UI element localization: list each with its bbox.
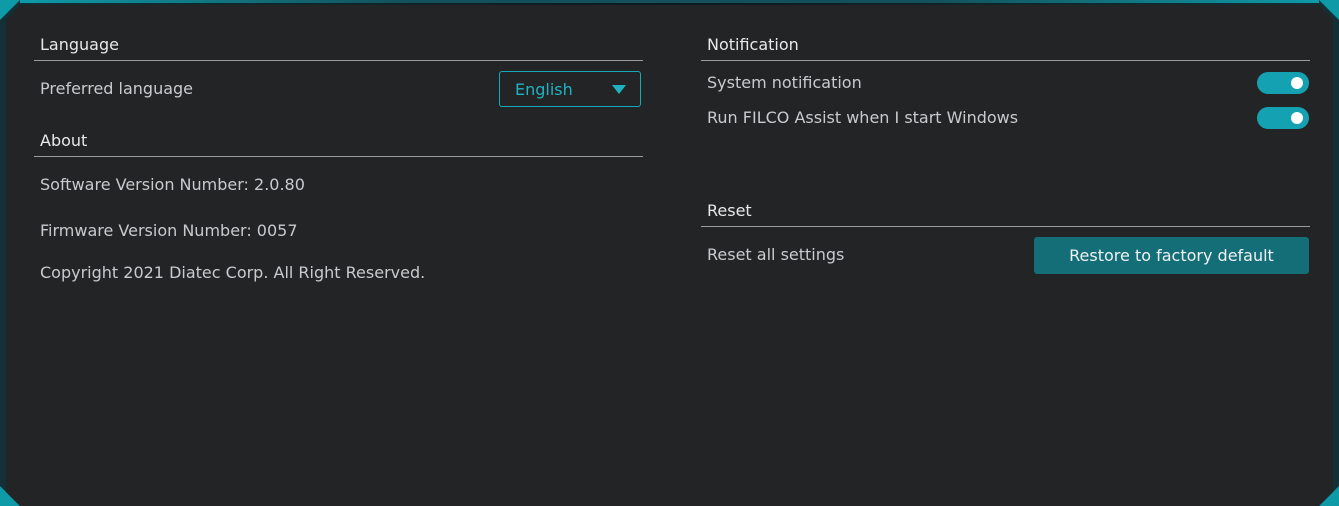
run-on-startup-toggle[interactable]	[1257, 107, 1309, 129]
system-notification-toggle[interactable]	[1257, 72, 1309, 94]
reset-all-settings-label: Reset all settings	[707, 245, 845, 264]
toggle-knob	[1291, 77, 1303, 89]
toggle-knob	[1291, 112, 1303, 124]
notification-section-title: Notification	[707, 35, 799, 54]
about-divider	[34, 156, 643, 157]
caret-down-icon	[612, 85, 626, 94]
language-divider	[34, 60, 643, 61]
preferred-language-label: Preferred language	[40, 79, 194, 98]
reset-section-title: Reset	[707, 201, 752, 220]
language-section-title: Language	[40, 35, 119, 54]
language-select-value: English	[515, 80, 573, 99]
about-section-title: About	[40, 131, 88, 150]
notification-divider	[701, 60, 1310, 61]
reset-divider	[701, 226, 1310, 227]
firmware-version-text: Firmware Version Number: 0057	[40, 221, 298, 240]
restore-factory-default-button[interactable]: Restore to factory default	[1034, 237, 1309, 274]
language-select[interactable]: English	[499, 71, 641, 107]
run-on-startup-label: Run FILCO Assist when I start Windows	[707, 108, 1019, 127]
system-notification-label: System notification	[707, 73, 862, 92]
copyright-text: Copyright 2021 Diatec Corp. All Right Re…	[40, 263, 426, 282]
frame-top-edge	[20, 0, 1319, 3]
software-version-text: Software Version Number: 2.0.80	[40, 175, 305, 194]
